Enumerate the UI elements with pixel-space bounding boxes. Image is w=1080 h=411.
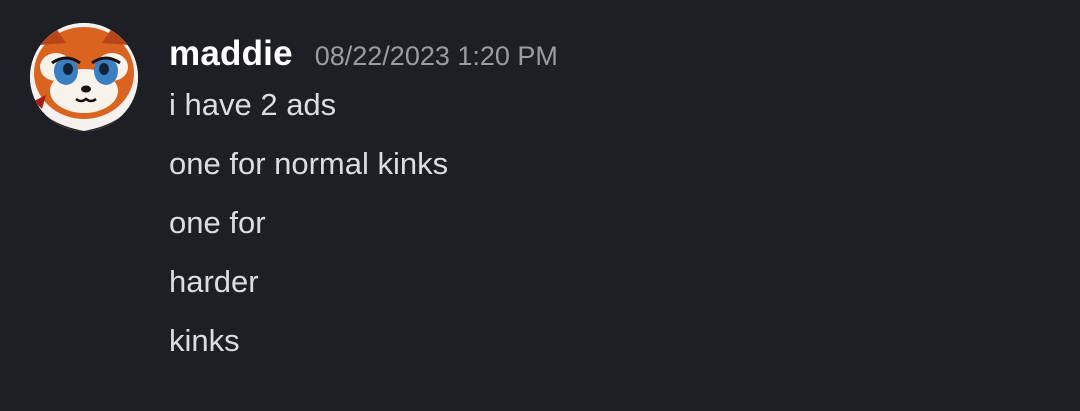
message-content: i have 2 ads one for normal kinks one fo…	[169, 84, 1049, 379]
username[interactable]: maddie	[169, 34, 293, 74]
chat-view: maddie 08/22/2023 1:20 PM i have 2 ads o…	[0, 0, 1080, 411]
message-line: one for normal kinks	[169, 146, 449, 181]
red-panda-avatar-icon	[30, 23, 138, 131]
message-timestamp: 08/22/2023 1:20 PM	[314, 41, 558, 71]
user-avatar[interactable]	[30, 23, 138, 131]
message-line: one for	[169, 205, 266, 240]
message-header: maddie 08/22/2023 1:20 PM	[169, 34, 558, 78]
message-line: kinks	[169, 323, 240, 358]
message-line: i have 2 ads	[169, 87, 337, 122]
chat-message: maddie 08/22/2023 1:20 PM i have 2 ads o…	[0, 0, 1080, 411]
message-line: harder	[169, 264, 259, 299]
